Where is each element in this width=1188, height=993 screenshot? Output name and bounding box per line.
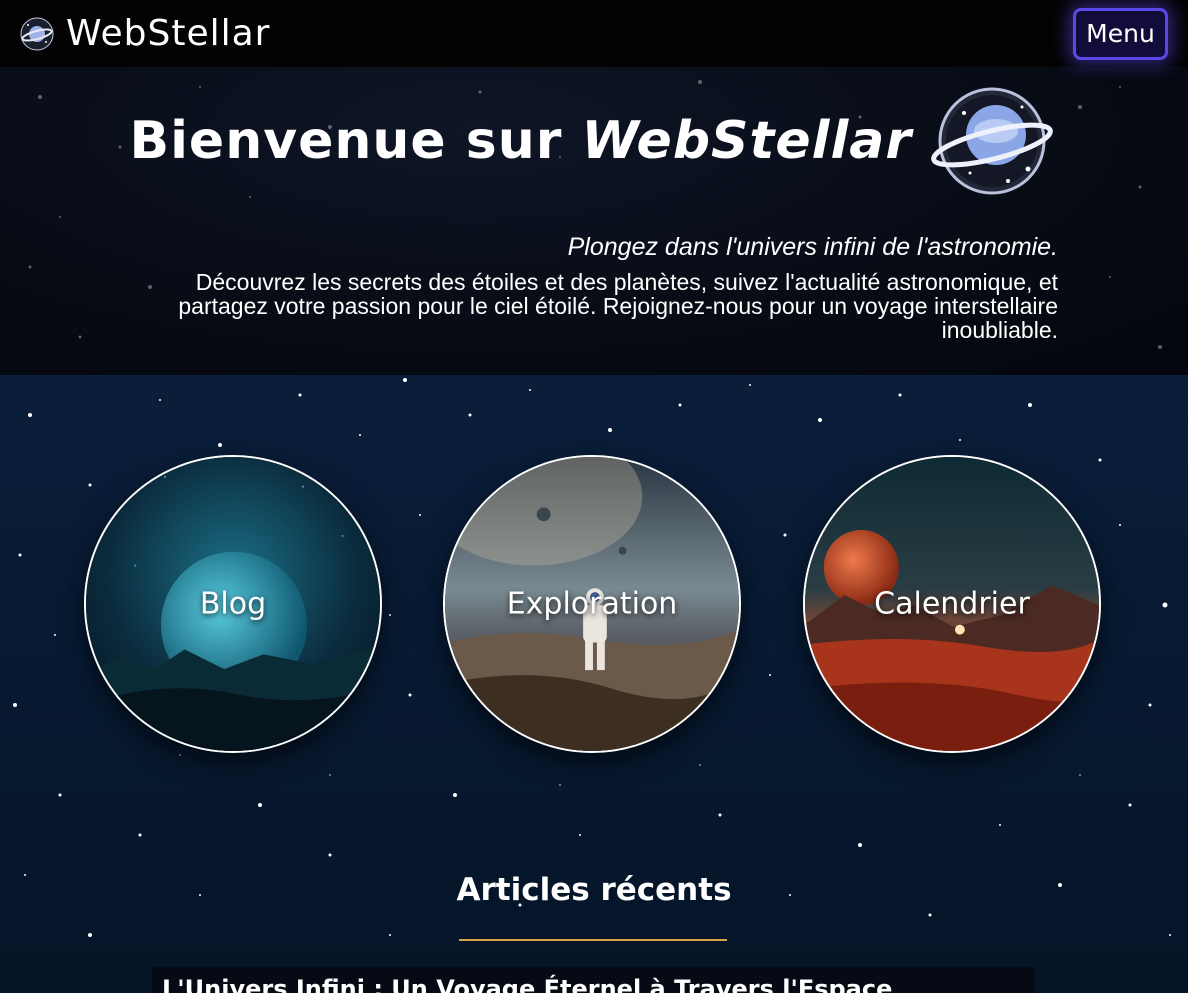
menu-button[interactable]: Menu bbox=[1073, 7, 1168, 60]
exploration-card-label: Exploration bbox=[506, 586, 678, 622]
hero-description: Découvrez les secrets des étoiles et des… bbox=[178, 269, 1058, 343]
planet-logo-icon bbox=[20, 17, 54, 50]
exploration-card[interactable]: Exploration bbox=[443, 455, 741, 753]
hero-title-prefix: Bienvenue sur bbox=[129, 111, 582, 171]
recent-articles-heading: Articles récents bbox=[456, 872, 732, 908]
hero-heading: Bienvenue sur WebStellar bbox=[129, 111, 912, 171]
brand[interactable]: WebStellar bbox=[20, 13, 270, 54]
blog-card[interactable]: Blog bbox=[84, 455, 382, 753]
hero-title-brand: WebStellar bbox=[581, 111, 912, 171]
calendrier-card-label: Calendrier bbox=[874, 586, 1030, 622]
calendrier-card[interactable]: Calendrier bbox=[803, 455, 1101, 753]
heading-underline bbox=[459, 939, 727, 941]
article-card[interactable]: L'Univers Infini : Un Voyage Éternel à T… bbox=[152, 967, 1035, 993]
planet-badge-icon bbox=[931, 87, 1053, 195]
hero-tagline: Plongez dans l'univers infini de l'astro… bbox=[567, 233, 1058, 261]
brand-name: WebStellar bbox=[66, 13, 271, 54]
blog-card-label: Blog bbox=[199, 586, 267, 622]
navbar: WebStellar Menu bbox=[0, 0, 1188, 67]
article-title[interactable]: L'Univers Infini : Un Voyage Éternel à T… bbox=[162, 975, 892, 993]
hero-section: Bienvenue sur WebStellar Plongez dans l'… bbox=[0, 67, 1188, 375]
section-cards: Blog Exploration Calendrier bbox=[0, 455, 1188, 755]
main-content: Blog Exploration Calendrier Articles réc… bbox=[0, 375, 1188, 993]
hero-title: Bienvenue sur WebStellar bbox=[129, 85, 1054, 197]
